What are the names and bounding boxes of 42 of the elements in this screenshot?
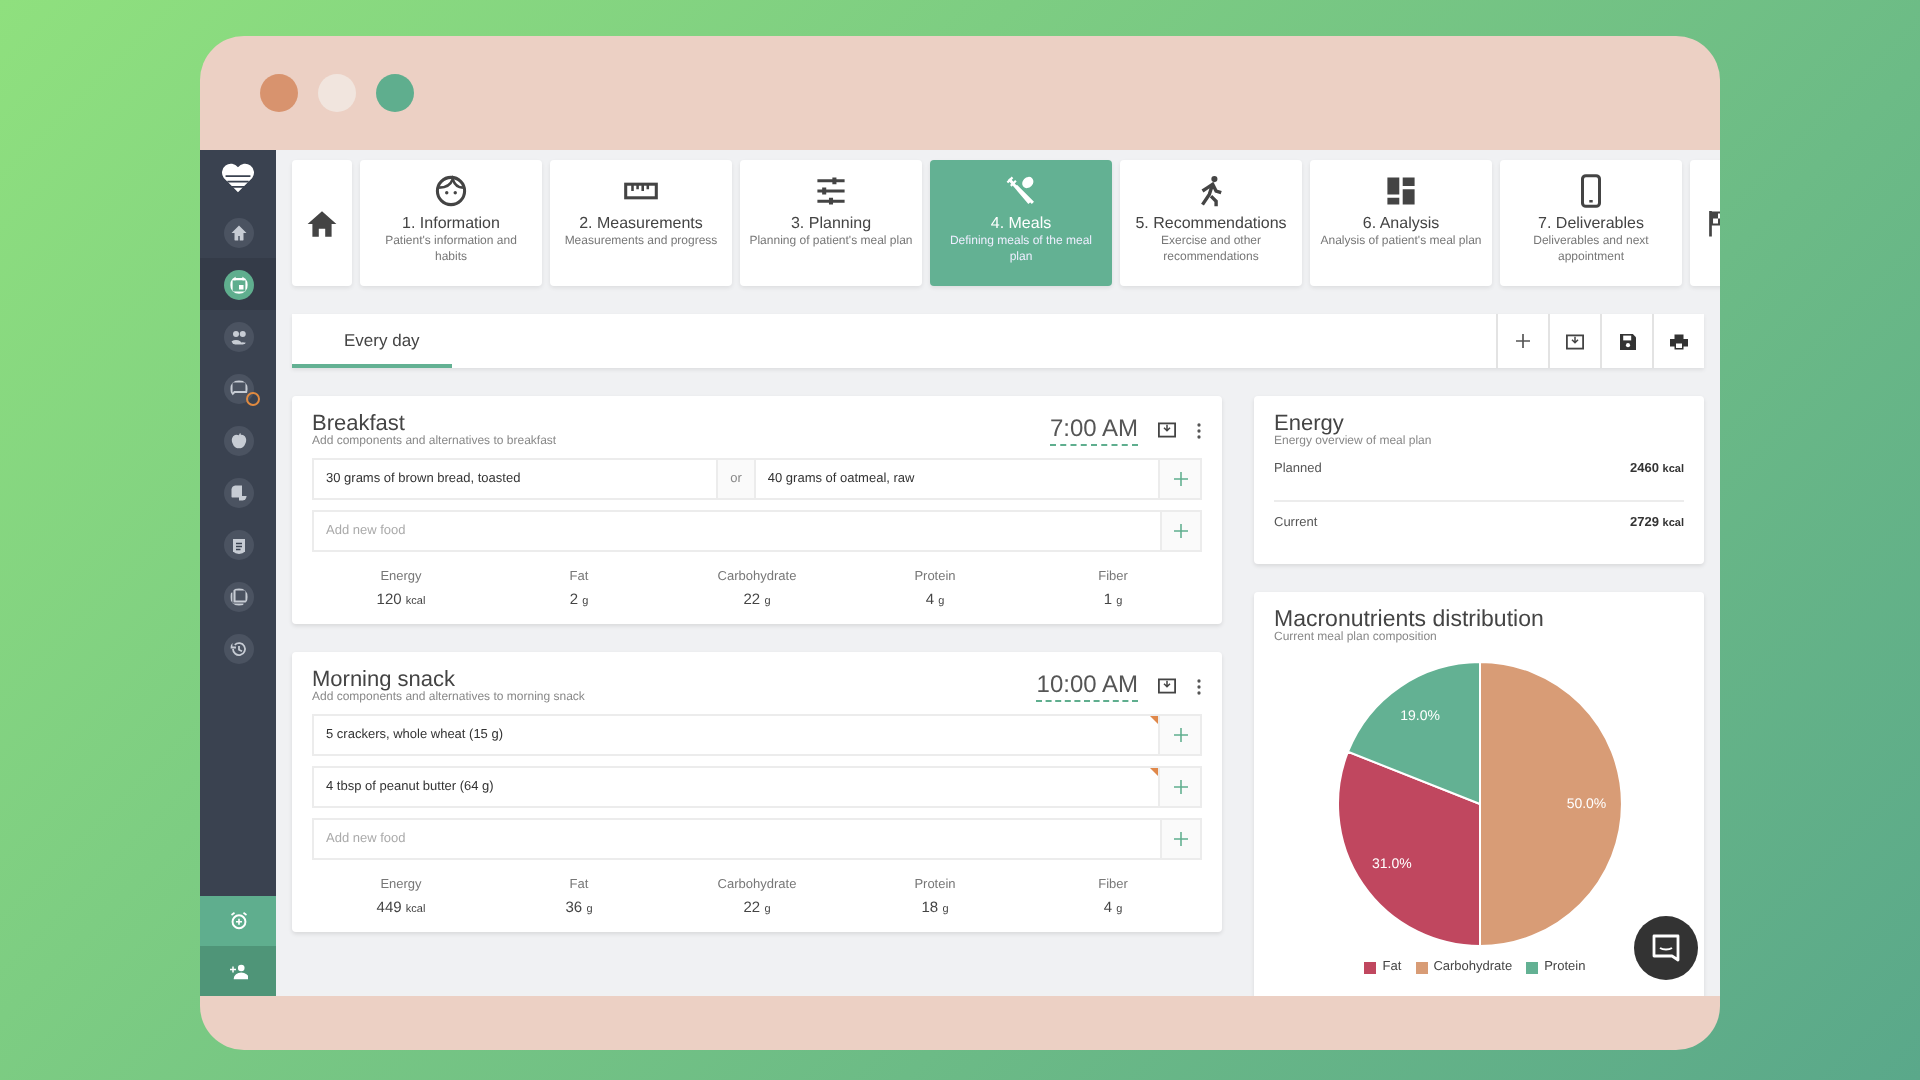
- people-icon: [223, 321, 253, 351]
- print-icon: [1670, 333, 1688, 349]
- plus-icon: [1174, 524, 1188, 538]
- time-field[interactable]: 10:00 AM: [1036, 670, 1138, 702]
- add-person-icon: [229, 962, 247, 980]
- chat-icon: [223, 373, 253, 403]
- home-icon: [306, 207, 338, 239]
- tray-download-icon[interactable]: [1158, 422, 1176, 438]
- home-icon: [223, 217, 253, 247]
- plus-icon: [1173, 780, 1187, 794]
- more-options-icon[interactable]: [1196, 677, 1202, 695]
- time-field[interactable]: 7:00 AM: [1049, 414, 1138, 446]
- chat-bubble-icon: [1652, 934, 1680, 962]
- plus-icon: [1173, 728, 1187, 742]
- face-icon: [434, 174, 468, 208]
- meal-title: Breakfast: [312, 412, 406, 436]
- save-icon: [1619, 333, 1635, 349]
- card-title: Macronutrients distribution: [1274, 608, 1546, 632]
- dashboard-icon: [1384, 174, 1418, 208]
- apple-icon: [223, 425, 253, 455]
- clipboard-icon: [223, 529, 253, 559]
- home-step-button[interactable]: [292, 160, 352, 286]
- sidebar-item[interactable]: [200, 258, 276, 310]
- legend-swatch: [1526, 961, 1539, 973]
- tray-download-icon[interactable]: [1158, 678, 1176, 694]
- meal-title: Morning snack: [312, 668, 456, 692]
- heart-logo-icon: [220, 162, 256, 194]
- plus-icon: [1174, 832, 1188, 846]
- alarm-clock-icon: [229, 912, 247, 930]
- legend-swatch: [1415, 961, 1428, 973]
- more-options-icon[interactable]: [1196, 421, 1202, 439]
- history-icon: [223, 633, 253, 663]
- tab[interactable]: Every day: [292, 314, 452, 368]
- card-title: Energy: [1274, 412, 1344, 436]
- plus-icon: [1173, 472, 1187, 486]
- calendar-icon: [223, 269, 253, 299]
- tray-download-icon: [1566, 333, 1584, 349]
- sliders-icon: [814, 174, 848, 208]
- sidebar-action[interactable]: [200, 946, 276, 996]
- plus-icon: [1516, 334, 1530, 348]
- legend-swatch: [1364, 961, 1377, 973]
- copy-icon: [223, 581, 253, 611]
